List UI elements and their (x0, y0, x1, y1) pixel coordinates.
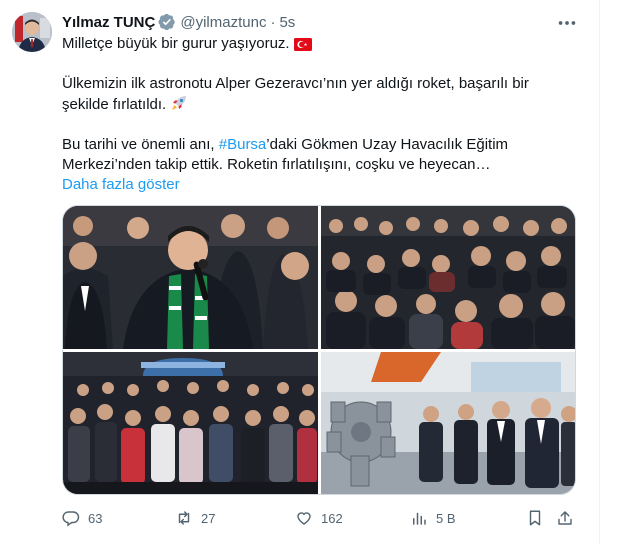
hashtag-link[interactable]: #Bursa (219, 136, 267, 153)
timestamp[interactable]: 5s (279, 14, 295, 31)
like-count: 162 (321, 510, 343, 526)
photo-audience[interactable] (321, 206, 575, 349)
retweet-button[interactable]: 27 (175, 508, 215, 528)
reply-button[interactable]: 63 (62, 508, 102, 528)
avatar[interactable] (12, 12, 52, 52)
tweet-line-5: Merkezi’nden takip ettik. Roketin fırlat… (62, 156, 491, 173)
separator-dot: · (270, 13, 276, 31)
show-more-link[interactable]: Daha fazla göster (62, 175, 582, 195)
media-grid (62, 205, 576, 495)
verified-badge-icon (158, 13, 176, 31)
like-icon (297, 512, 311, 525)
retweet-icon (178, 511, 190, 525)
rocket-icon (172, 96, 187, 110)
share-icon[interactable] (556, 509, 574, 527)
author-name[interactable]: Yılmaz TUNÇ (62, 14, 155, 31)
more-icon[interactable] (556, 12, 578, 34)
tweet-line-2: Ülkemizin ilk astronotu Alper Gezeravcı’… (62, 75, 529, 92)
reply-count: 63 (88, 510, 103, 526)
tweet-header: Yılmaz TUNÇ @yilmaztunc · 5s (62, 12, 559, 32)
views-button[interactable]: 5 B (410, 508, 456, 528)
photo-children-group[interactable] (63, 352, 318, 494)
tweet-text: Milletçe büyük bir gurur yaşıyoruz. Ülke… (62, 34, 582, 195)
author-handle[interactable]: @yilmaztunc (180, 14, 266, 31)
tweet-line-3: şekilde fırlatıldı. (62, 94, 582, 115)
like-button[interactable]: 162 (295, 508, 343, 528)
photo-speaker[interactable] (63, 206, 318, 349)
reply-icon (62, 511, 80, 527)
views-icon (413, 512, 426, 525)
tweet-card[interactable]: Yılmaz TUNÇ @yilmaztunc · 5s Milletçe bü… (0, 0, 600, 544)
turkey-flag-icon (293, 38, 312, 51)
photo-engine-exhibit[interactable] (321, 352, 575, 494)
retweet-count: 27 (201, 510, 216, 526)
views-count: 5 B (436, 510, 456, 526)
bookmark-icon[interactable] (526, 509, 544, 527)
tweet-line-1: Milletçe büyük bir gurur yaşıyoruz. (62, 34, 582, 54)
tweet-line-4: Bu tarihi ve önemli anı, #Bursa’daki Gök… (62, 136, 509, 153)
action-bar: 63 27 162 5 B (62, 508, 582, 528)
